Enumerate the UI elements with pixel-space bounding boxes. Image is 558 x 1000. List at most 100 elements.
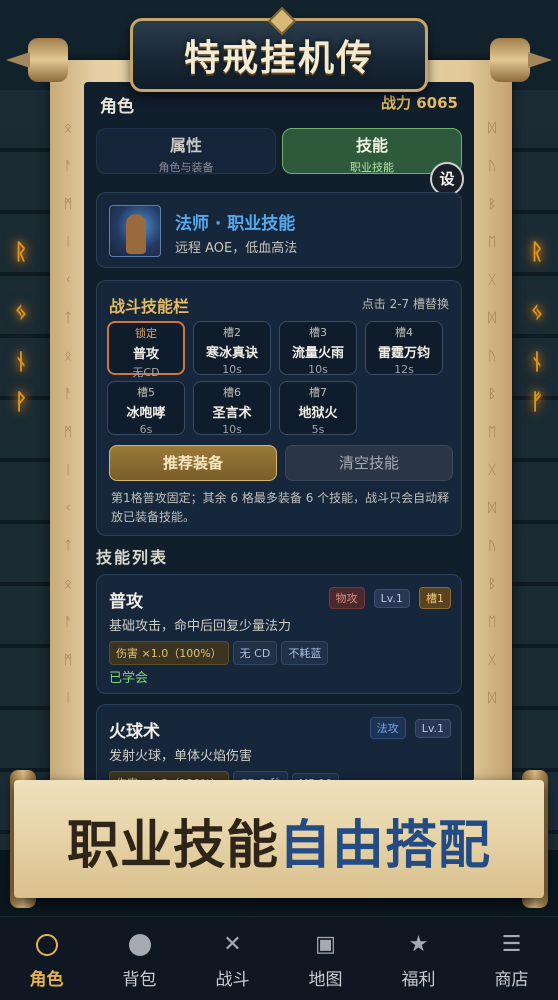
slot-skill-name: 圣言术 xyxy=(212,406,252,421)
class-card: 法师 · 职业技能 远程 AOE，低血高法 xyxy=(96,192,462,268)
nav-item-bag[interactable]: 背包 xyxy=(93,917,186,1000)
skill-slot-1[interactable]: 锁定 普攻 无CD xyxy=(107,321,185,379)
character-panel: 角色 战力 6065 属性 角色与装备 技能 职业技能 设 法师 · 职业技能 … xyxy=(84,82,474,782)
slot-skill-name: 普攻 xyxy=(132,347,159,362)
nav-label: 福利 xyxy=(401,970,436,990)
skill-slot-4[interactable]: 槽4 雷霆万钧 12s xyxy=(365,321,443,376)
settings-button[interactable]: 设 xyxy=(430,162,464,196)
skill-name: 火球术 xyxy=(109,722,160,742)
skill-name: 普攻 xyxy=(109,592,143,612)
skill-slot-badge: 槽1 xyxy=(419,587,451,609)
scroll-glyphs-right: ᛞᚢᛒᛖᚷᛞᚢᛒᛖᚷᛞᚢᛒᛖᚷᛞ xyxy=(488,121,496,706)
scroll-roller-right xyxy=(490,38,530,82)
slot-label: 槽2 xyxy=(223,326,241,339)
slot-label: 槽5 xyxy=(137,386,155,399)
tab-attributes-label: 属性 xyxy=(169,136,202,155)
game-title-banner: 特戒挂机传 xyxy=(130,18,428,92)
circle-filled-icon xyxy=(93,925,186,965)
slot-label: 槽3 xyxy=(309,326,327,339)
skill-type-badge: 物攻 xyxy=(328,587,365,609)
glowing-rune-icon: ᚾ xyxy=(14,350,28,375)
glowing-rune-icon: ᛃ xyxy=(14,300,28,325)
skill-tags: 法攻 Lv.1 xyxy=(366,717,451,739)
bottom-nav: 角色 背包 ✕ 战斗 ▣ 地图 ★ 福利 ☰ 商店 xyxy=(0,916,558,1000)
nav-item-welfare[interactable]: ★ 福利 xyxy=(372,917,465,1000)
skill-slot-5[interactable]: 槽5 冰咆哮 6s xyxy=(107,381,185,436)
slot-skill-name: 流量火雨 xyxy=(291,346,344,361)
mana-chip: 不耗蓝 xyxy=(281,641,329,665)
glowing-rune-icon: ᚱ xyxy=(14,240,28,265)
skill-slot-2[interactable]: 槽2 寒冰真诀 10s xyxy=(193,321,271,376)
damage-chip: 伤害 ×1.0（100%） xyxy=(109,641,229,665)
nav-item-character[interactable]: 角色 xyxy=(0,917,93,1000)
skillbar-title: 战斗技能栏 xyxy=(109,297,190,316)
scroll-roller-left xyxy=(28,38,68,82)
cooldown-chip: 无 CD xyxy=(232,641,278,665)
section-title: 角色 xyxy=(100,97,134,117)
slot-skill-name: 冰咆哮 xyxy=(126,406,166,421)
recommend-equip-button[interactable]: 推荐装备 xyxy=(109,445,277,481)
slot-label: 槽7 xyxy=(309,386,327,399)
skill-slot-3[interactable]: 槽3 流量火雨 10s xyxy=(279,321,357,376)
class-desc: 远程 AOE，低血高法 xyxy=(175,241,298,256)
square-icon: ▣ xyxy=(315,932,336,957)
learned-status: 已学会 xyxy=(109,671,149,686)
nav-item-shop[interactable]: ☰ 商店 xyxy=(465,917,558,1000)
glowing-rune-icon: ᚱ xyxy=(530,240,544,265)
promo-banner-text: 职业技能 自由搭配 xyxy=(40,800,518,880)
menu-icon: ☰ xyxy=(501,932,522,957)
nav-label: 角色 xyxy=(29,970,64,990)
skill-stats: 伤害 ×1.0（100%）无 CD 不耗蓝 xyxy=(109,641,332,665)
skill-tags: 物攻 Lv.1 槽1 xyxy=(325,587,451,609)
promo-text-part2: 自由搭配 xyxy=(279,815,492,876)
skill-slot-6[interactable]: 槽6 圣言术 10s xyxy=(193,381,271,436)
skillbar-hint: 点击 2-7 槽替换 xyxy=(361,297,449,311)
tab-attributes[interactable]: 属性 角色与装备 xyxy=(96,128,276,174)
nav-item-map[interactable]: ▣ 地图 xyxy=(279,917,372,1000)
skill-level-badge: Lv.1 xyxy=(373,589,410,608)
nav-label: 地图 xyxy=(308,970,343,990)
slot-label: 槽4 xyxy=(395,326,413,339)
class-name: 法师 · 职业技能 xyxy=(175,214,296,234)
nav-label: 背包 xyxy=(122,970,157,990)
glowing-rune-icon: ᛃ xyxy=(530,300,544,325)
glowing-rune-icon: ᚹ xyxy=(14,390,28,415)
slot-skill-name: 寒冰真诀 xyxy=(205,346,258,361)
nav-label: 商店 xyxy=(494,970,529,990)
slot-cooldown: 10s xyxy=(222,423,242,436)
combat-skill-bar: 战斗技能栏 点击 2-7 槽替换 锁定 普攻 无CD 槽2 寒冰真诀 10s 槽… xyxy=(96,280,462,536)
glowing-rune-icon: ᚾ xyxy=(530,350,544,375)
scroll-glyphs-left: ᛟᚨᛗᛁᚲᛏᛟᚨᛗᛁᚲᛏᛟᚨᛗᛁ xyxy=(64,121,72,706)
slot-cooldown: 5s xyxy=(311,423,325,436)
skill-desc: 发射火球，单体火焰伤害 xyxy=(109,749,253,764)
tab-skills-label: 技能 xyxy=(355,136,388,155)
nav-label: 战斗 xyxy=(215,970,250,990)
skill-card-fireball[interactable]: 火球术 法攻 Lv.1 发射火球，单体火焰伤害 伤害 ×1.2（120%）CD … xyxy=(96,704,462,782)
promo-text-part1: 职业技能 xyxy=(66,815,279,876)
slot-skill-name: 雷霆万钧 xyxy=(377,346,430,361)
slot-cooldown: 无CD xyxy=(132,366,160,379)
skill-list-title: 技能列表 xyxy=(96,548,169,567)
cross-icon: ✕ xyxy=(223,932,242,957)
slot-cooldown: 10s xyxy=(222,363,242,376)
slot-label: 锁定 xyxy=(135,327,157,340)
skill-desc: 基础攻击，命中后回复少量法力 xyxy=(109,619,292,634)
skillbar-note: 第1格普攻固定；其余 6 格最多装备 6 个技能，战斗只会自动释放已装备技能。 xyxy=(111,491,450,524)
circle-outline-icon xyxy=(0,925,93,965)
slot-cooldown: 12s xyxy=(394,363,414,376)
slot-label: 槽6 xyxy=(223,386,241,399)
star-icon: ★ xyxy=(408,932,429,957)
slot-skill-name: 地狱火 xyxy=(298,406,338,421)
glowing-rune-icon: ᚠ xyxy=(530,390,544,415)
skill-slot-7[interactable]: 槽7 地狱火 5s xyxy=(279,381,357,436)
nav-item-battle[interactable]: ✕ 战斗 xyxy=(186,917,279,1000)
mage-avatar xyxy=(109,205,161,257)
clear-skills-button[interactable]: 清空技能 xyxy=(285,445,453,481)
skill-type-badge: 法攻 xyxy=(369,717,406,739)
skill-card-basic-attack[interactable]: 普攻 物攻 Lv.1 槽1 基础攻击，命中后回复少量法力 伤害 ×1.0（100… xyxy=(96,574,462,694)
combat-power: 战力 6065 xyxy=(381,94,458,112)
slot-cooldown: 10s xyxy=(308,363,328,376)
game-title: 特戒挂机传 xyxy=(183,38,374,79)
slot-cooldown: 6s xyxy=(139,423,153,436)
skill-level-badge: Lv.1 xyxy=(414,719,451,738)
